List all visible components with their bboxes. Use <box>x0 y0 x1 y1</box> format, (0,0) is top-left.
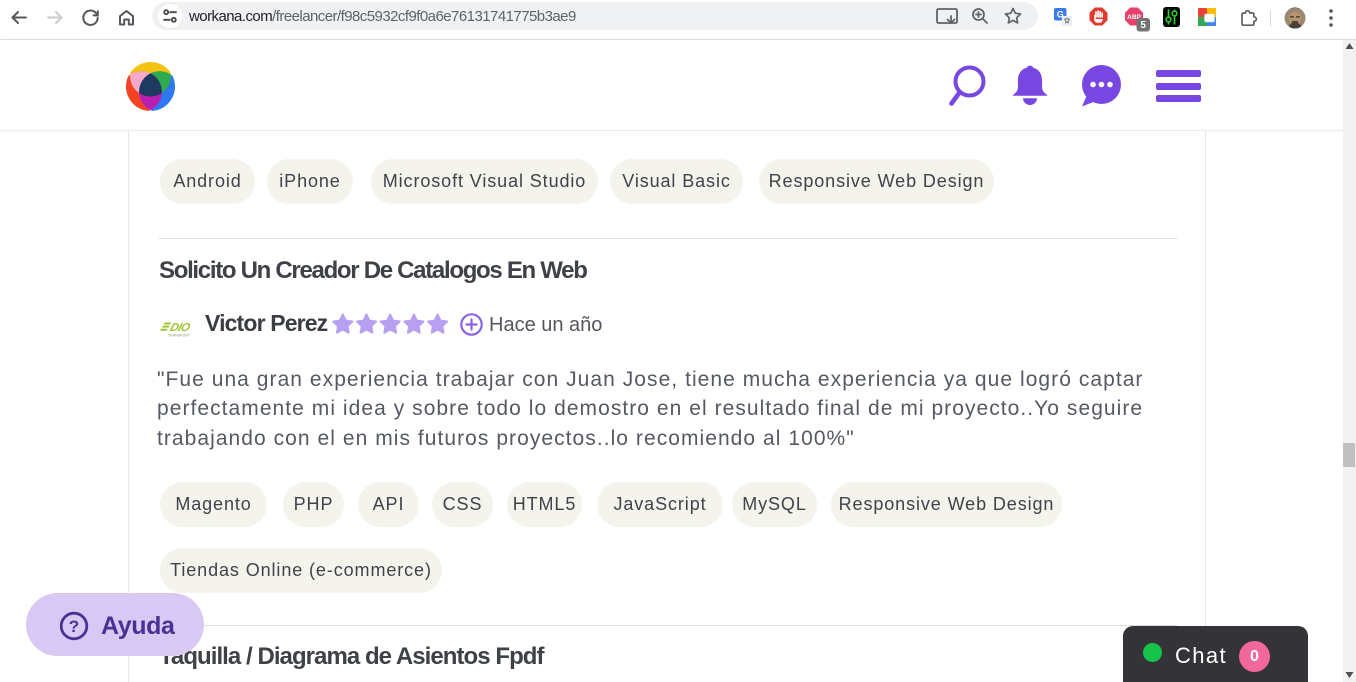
svg-text:TRANSPORT: TRANSPORT <box>168 334 191 338</box>
svg-text:5: 5 <box>1140 20 1146 31</box>
svg-text:DIO: DIO <box>169 321 191 334</box>
svg-text:?: ? <box>69 617 79 636</box>
